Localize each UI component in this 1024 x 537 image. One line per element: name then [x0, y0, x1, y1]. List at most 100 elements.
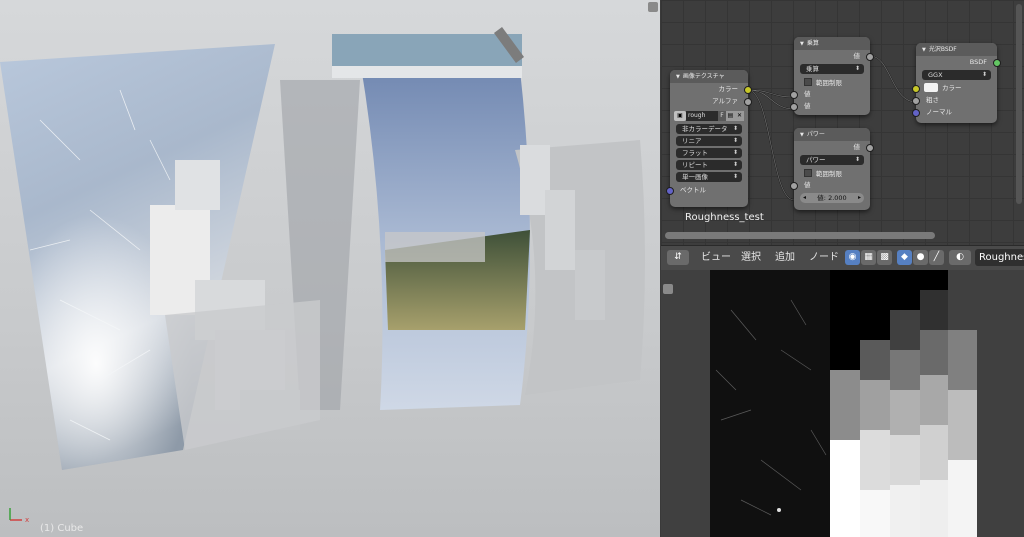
- fake-user-button[interactable]: F: [718, 110, 726, 121]
- glossy-roughness-label: 粗さ: [926, 96, 939, 104]
- frame-label: Roughness_test: [685, 212, 764, 223]
- alpha-output-socket[interactable]: [744, 98, 752, 106]
- power-clamp-checkbox[interactable]: 範囲制限: [794, 167, 870, 179]
- math-multiply-node[interactable]: ▼乗算 値 乗算 範囲制限 値 値: [790, 37, 874, 115]
- material-browse-icon[interactable]: ◐: [949, 250, 971, 265]
- math-input-1-socket[interactable]: [790, 91, 798, 99]
- math-multiply-node-title: 乗算: [806, 40, 819, 47]
- output-color: カラー: [670, 83, 752, 95]
- glossy-bsdf-node[interactable]: ▼光沢BSDF BSDF GGX カラー 粗さ ノーマル: [912, 43, 1001, 123]
- input-vector-label: ベクトル: [680, 186, 706, 194]
- image-editor-corner-handle[interactable]: [663, 284, 673, 294]
- glossy-normal-input: ノーマル: [912, 106, 997, 118]
- math-input-1: 値: [790, 88, 870, 100]
- math-output-socket[interactable]: [866, 53, 874, 61]
- texture-nodes-icon[interactable]: ▩: [877, 250, 892, 265]
- close-image-icon[interactable]: ✕: [735, 110, 744, 121]
- 3d-viewport[interactable]: x (1) Cube: [0, 0, 660, 537]
- bsdf-output-label: BSDF: [969, 58, 987, 66]
- power-input-socket[interactable]: [790, 182, 798, 190]
- object-shader-icon[interactable]: ◆: [897, 250, 912, 265]
- menu-node[interactable]: ノード: [809, 246, 839, 270]
- math-power-node[interactable]: ▼パワー 値 パワー 範囲制限 値 ◂ 値: 2.000 ▸: [790, 128, 874, 210]
- menu-select[interactable]: 選択: [741, 246, 761, 270]
- glossy-color-socket[interactable]: [912, 85, 920, 93]
- glossy-normal-label: ノーマル: [926, 108, 952, 116]
- image-editor[interactable]: [661, 270, 1024, 537]
- vector-input-socket[interactable]: [666, 187, 674, 195]
- viewport-object-label: (1) Cube: [40, 523, 84, 534]
- math-multiply-node-header[interactable]: ▼ 乗算: [794, 37, 870, 50]
- node-editor[interactable]: ▼ 画像テクスチャ カラー アルファ ▣ rough F ▤ ✕ 非カラーデータ …: [661, 0, 1024, 245]
- glossy-bsdf-node-title: 光沢BSDF: [928, 46, 957, 53]
- image-name-field[interactable]: rough: [686, 110, 718, 121]
- scratch-texture: [710, 270, 830, 537]
- glossy-color-input: カラー: [912, 82, 997, 94]
- math-clamp-label: 範囲制限: [816, 79, 842, 87]
- vertical-scrollbar[interactable]: [1016, 4, 1022, 204]
- bsdf-output: BSDF: [916, 56, 1001, 68]
- compositing-nodes-icon[interactable]: ▦: [861, 250, 876, 265]
- math-input-2: 値: [790, 100, 870, 112]
- image-preview: [710, 270, 977, 537]
- glossy-bsdf-node-header[interactable]: ▼ 光沢BSDF: [916, 43, 997, 56]
- power-value-field[interactable]: ◂ 値: 2.000 ▸: [800, 193, 864, 203]
- power-clamp-box[interactable]: [804, 169, 812, 177]
- image-browse-icon[interactable]: ▣: [674, 110, 686, 121]
- distribution-dropdown[interactable]: GGX: [922, 70, 991, 80]
- menu-add[interactable]: 追加: [775, 246, 795, 270]
- material-name-field[interactable]: Roughness: [975, 249, 1024, 266]
- world-shader-icon[interactable]: ●: [913, 250, 928, 265]
- power-value-label: 値:: [817, 194, 826, 202]
- image-texture-node-title: 画像テクスチャ: [682, 73, 725, 80]
- math-input-2-socket[interactable]: [790, 103, 798, 111]
- horizontal-scrollbar[interactable]: [665, 232, 935, 239]
- menu-view[interactable]: ビュー: [701, 246, 731, 270]
- image-texture-node[interactable]: ▼ 画像テクスチャ カラー アルファ ▣ rough F ▤ ✕ 非カラーデータ …: [666, 70, 752, 207]
- power-input: 値: [790, 179, 870, 191]
- viewport-scene: x: [0, 0, 660, 537]
- projection-dropdown[interactable]: フラット: [676, 148, 742, 158]
- power-output-socket[interactable]: [866, 144, 874, 152]
- glossy-color-label: カラー: [942, 84, 962, 92]
- power-value: 2.000: [828, 194, 847, 202]
- output-color-label: カラー: [718, 85, 739, 93]
- decrement-arrow-icon[interactable]: ◂: [803, 193, 806, 203]
- power-input-label: 値: [804, 181, 811, 189]
- line-style-icon[interactable]: ╱: [929, 250, 944, 265]
- glossy-color-swatch[interactable]: [924, 83, 938, 92]
- power-clamp-label: 範囲制限: [816, 170, 842, 178]
- math-input-1-label: 値: [804, 90, 811, 98]
- roughness-input-socket[interactable]: [912, 97, 920, 105]
- image-texture-node-header[interactable]: ▼ 画像テクスチャ: [670, 70, 748, 83]
- image-selector[interactable]: ▣ rough F ▤ ✕: [674, 110, 744, 121]
- output-alpha-label: アルファ: [712, 97, 738, 105]
- open-image-icon[interactable]: ▤: [726, 110, 735, 121]
- math-clamp-box[interactable]: [804, 78, 812, 86]
- area-split-handle[interactable]: [648, 2, 658, 12]
- shader-nodes-icon[interactable]: ◉: [845, 250, 860, 265]
- color-output-socket[interactable]: [744, 86, 752, 94]
- math-output: 値: [794, 50, 874, 62]
- power-operation-dropdown[interactable]: パワー: [800, 155, 864, 165]
- svg-text:x: x: [25, 516, 29, 524]
- color-space-dropdown[interactable]: 非カラーデータ: [676, 124, 742, 134]
- bsdf-output-socket[interactable]: [993, 59, 1001, 67]
- math-operation-dropdown[interactable]: 乗算: [800, 64, 864, 74]
- input-vector: ベクトル: [666, 184, 748, 196]
- editor-type-icon[interactable]: ⇵: [667, 250, 689, 265]
- math-input-2-label: 値: [804, 102, 811, 110]
- glossy-roughness-input: 粗さ: [912, 94, 997, 106]
- normal-input-socket[interactable]: [912, 109, 920, 117]
- power-output: 値: [794, 141, 874, 153]
- power-output-label: 値: [853, 143, 861, 151]
- math-output-label: 値: [853, 52, 861, 60]
- math-power-node-title: パワー: [806, 131, 825, 138]
- output-alpha: アルファ: [670, 95, 752, 107]
- math-clamp-checkbox[interactable]: 範囲制限: [794, 76, 870, 88]
- math-power-node-header[interactable]: ▼ パワー: [794, 128, 870, 141]
- source-dropdown[interactable]: 単一画像: [676, 172, 742, 182]
- increment-arrow-icon[interactable]: ▸: [858, 193, 861, 203]
- interpolation-dropdown[interactable]: リニア: [676, 136, 742, 146]
- extension-dropdown[interactable]: リピート: [676, 160, 742, 170]
